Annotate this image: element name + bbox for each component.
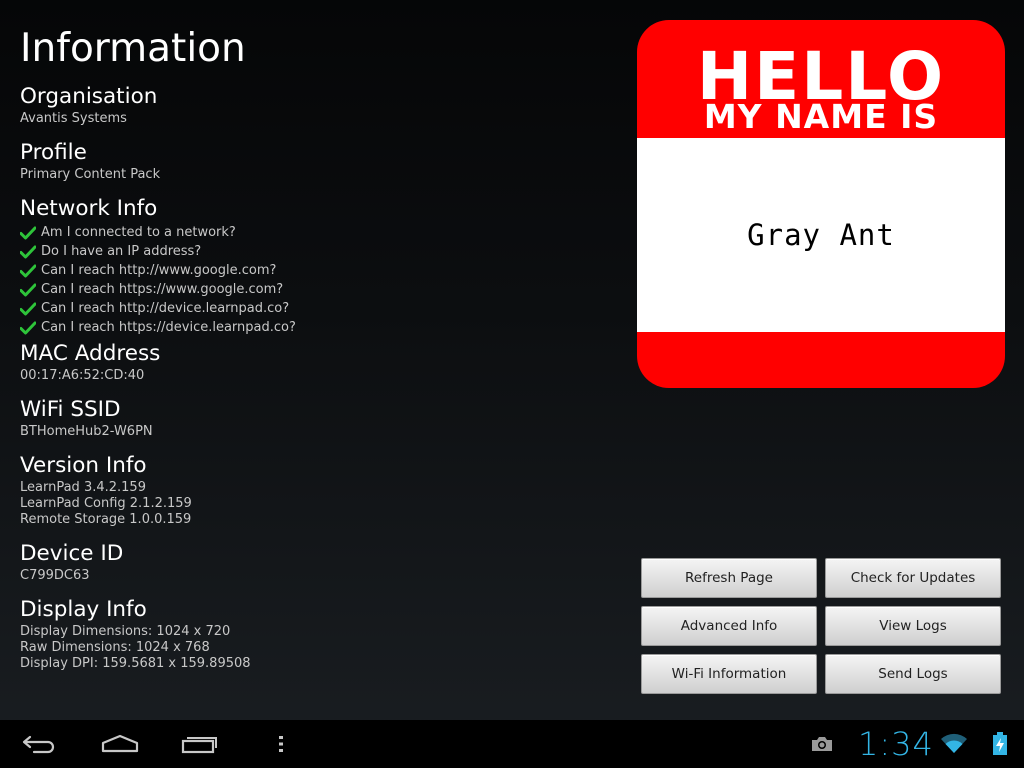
checkmark-icon: [20, 283, 36, 297]
version-line: LearnPad Config 2.1.2.159: [20, 496, 192, 511]
menu-button[interactable]: [249, 720, 313, 768]
clock: 1:34: [858, 725, 934, 763]
section-title: MAC Address: [20, 341, 161, 366]
section-title: Display Info: [20, 597, 147, 622]
check-label: Am I connected to a network?: [41, 225, 236, 240]
checkmark-icon: [20, 226, 36, 240]
check-for-updates-button[interactable]: Check for Updates: [825, 558, 1001, 598]
network-check-item: Can I reach https://www.google.com?: [20, 280, 620, 299]
section-mac-address: MAC Address 00:17:A6:52:CD:40: [20, 341, 620, 384]
device-name: Gray Ant: [747, 218, 895, 252]
network-check-item: Am I connected to a network?: [20, 223, 620, 242]
section-title: Organisation: [20, 84, 158, 109]
network-check-list: Am I connected to a network? Do I have a…: [20, 223, 620, 337]
section-profile: Profile Primary Content Pack: [20, 140, 620, 183]
network-check-item: Do I have an IP address?: [20, 242, 620, 261]
section-title: WiFi SSID: [20, 397, 121, 422]
wifi-information-button[interactable]: Wi-Fi Information: [641, 654, 817, 694]
section-network-info: Network Info Am I connected to a network…: [20, 196, 620, 337]
device-id-value: C799DC63: [20, 568, 90, 583]
wifi-ssid-value: BTHomeHub2-W6PN: [20, 424, 153, 439]
system-bar: 1:34: [0, 720, 1024, 768]
profile-value: Primary Content Pack: [20, 167, 161, 182]
section-title: Version Info: [20, 453, 147, 478]
checkmark-icon: [20, 302, 36, 316]
home-icon: [100, 734, 140, 754]
back-icon: [22, 734, 58, 754]
network-check-item: Can I reach http://www.google.com?: [20, 261, 620, 280]
section-device-id: Device ID C799DC63: [20, 541, 620, 584]
battery-charging-icon: [992, 732, 1008, 760]
check-label: Can I reach https://www.google.com?: [41, 282, 284, 297]
mac-address-value: 00:17:A6:52:CD:40: [20, 368, 145, 383]
name-tag: HELLO MY NAME IS Gray Ant: [637, 20, 1005, 388]
display-line: Raw Dimensions: 1024 x 768: [20, 640, 210, 655]
check-label: Do I have an IP address?: [41, 244, 202, 259]
wifi-icon: [940, 733, 968, 759]
page-title: Information: [20, 26, 246, 71]
display-line: Display Dimensions: 1024 x 720: [20, 624, 231, 639]
checkmark-icon: [20, 321, 36, 335]
section-title: Network Info: [20, 196, 158, 221]
section-title: Device ID: [20, 541, 124, 566]
screen: Information Organisation Avantis Systems…: [0, 0, 1024, 768]
camera-icon[interactable]: [810, 735, 834, 757]
version-line: LearnPad 3.4.2.159: [20, 480, 146, 495]
checkmark-icon: [20, 264, 36, 278]
check-label: Can I reach http://device.learnpad.co?: [41, 301, 290, 316]
check-label: Can I reach https://device.learnpad.co?: [41, 320, 296, 335]
section-version-info: Version Info LearnPad 3.4.2.159 LearnPad…: [20, 453, 620, 528]
display-line: Display DPI: 159.5681 x 159.89508: [20, 656, 251, 671]
section-title: Profile: [20, 140, 87, 165]
check-label: Can I reach http://www.google.com?: [41, 263, 277, 278]
back-button[interactable]: [8, 720, 72, 768]
menu-icon: [278, 735, 284, 753]
name-tag-name-area: Gray Ant: [637, 138, 1005, 332]
recent-apps-button[interactable]: [168, 720, 232, 768]
send-logs-button[interactable]: Send Logs: [825, 654, 1001, 694]
network-check-item: Can I reach http://device.learnpad.co?: [20, 299, 620, 318]
refresh-page-button[interactable]: Refresh Page: [641, 558, 817, 598]
name-tag-my-name-is: MY NAME IS: [703, 97, 939, 136]
section-organisation: Organisation Avantis Systems: [20, 84, 620, 127]
organisation-value: Avantis Systems: [20, 111, 127, 126]
info-panel[interactable]: Information Organisation Avantis Systems…: [20, 26, 620, 698]
section-display-info: Display Info Display Dimensions: 1024 x …: [20, 597, 620, 672]
action-buttons: Refresh Page Check for Updates Advanced …: [641, 558, 1001, 694]
home-button[interactable]: [88, 720, 152, 768]
section-wifi-ssid: WiFi SSID BTHomeHub2-W6PN: [20, 397, 620, 440]
checkmark-icon: [20, 245, 36, 259]
view-logs-button[interactable]: View Logs: [825, 606, 1001, 646]
version-line: Remote Storage 1.0.0.159: [20, 512, 192, 527]
recent-apps-icon: [181, 734, 219, 754]
network-check-item: Can I reach https://device.learnpad.co?: [20, 318, 620, 337]
advanced-info-button[interactable]: Advanced Info: [641, 606, 817, 646]
